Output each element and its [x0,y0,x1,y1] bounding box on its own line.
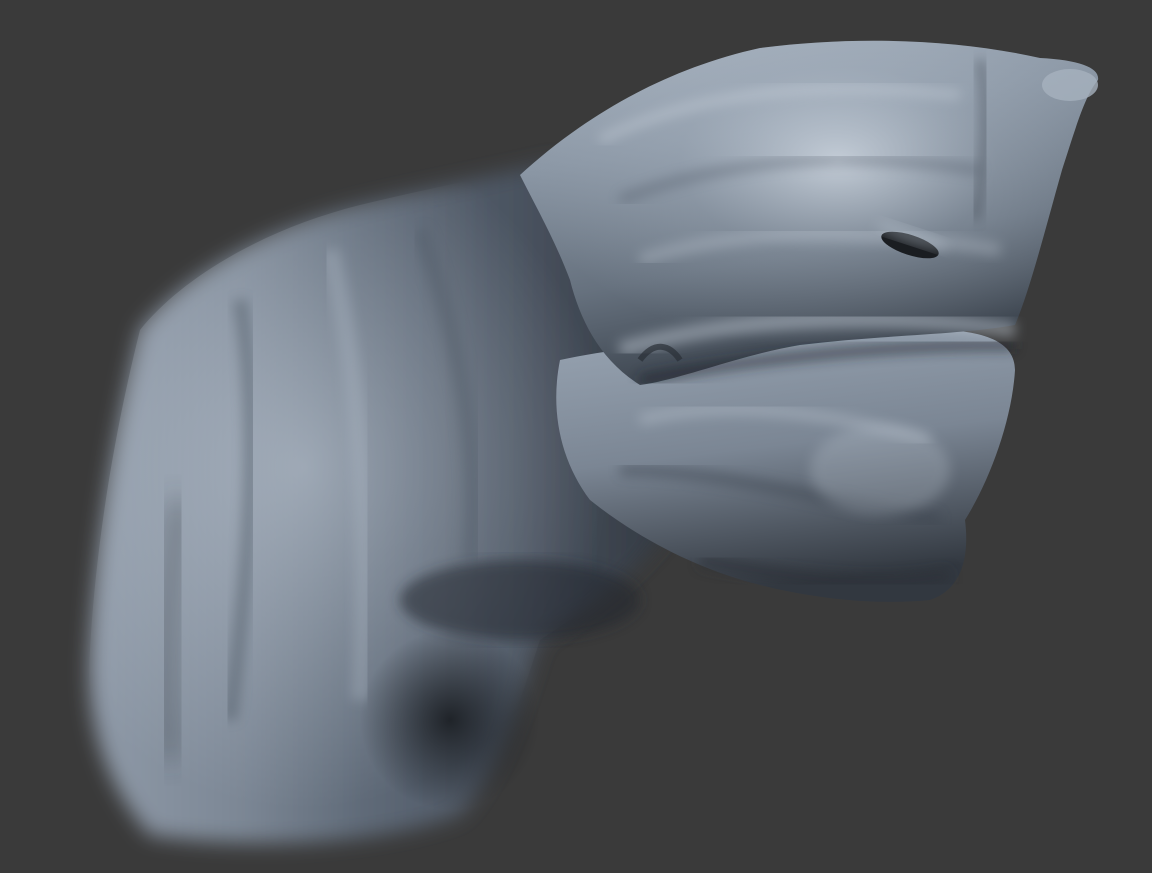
viewport-canvas[interactable] [0,0,1152,873]
nose-tip [1042,69,1098,101]
sculpt-render [0,0,1152,873]
